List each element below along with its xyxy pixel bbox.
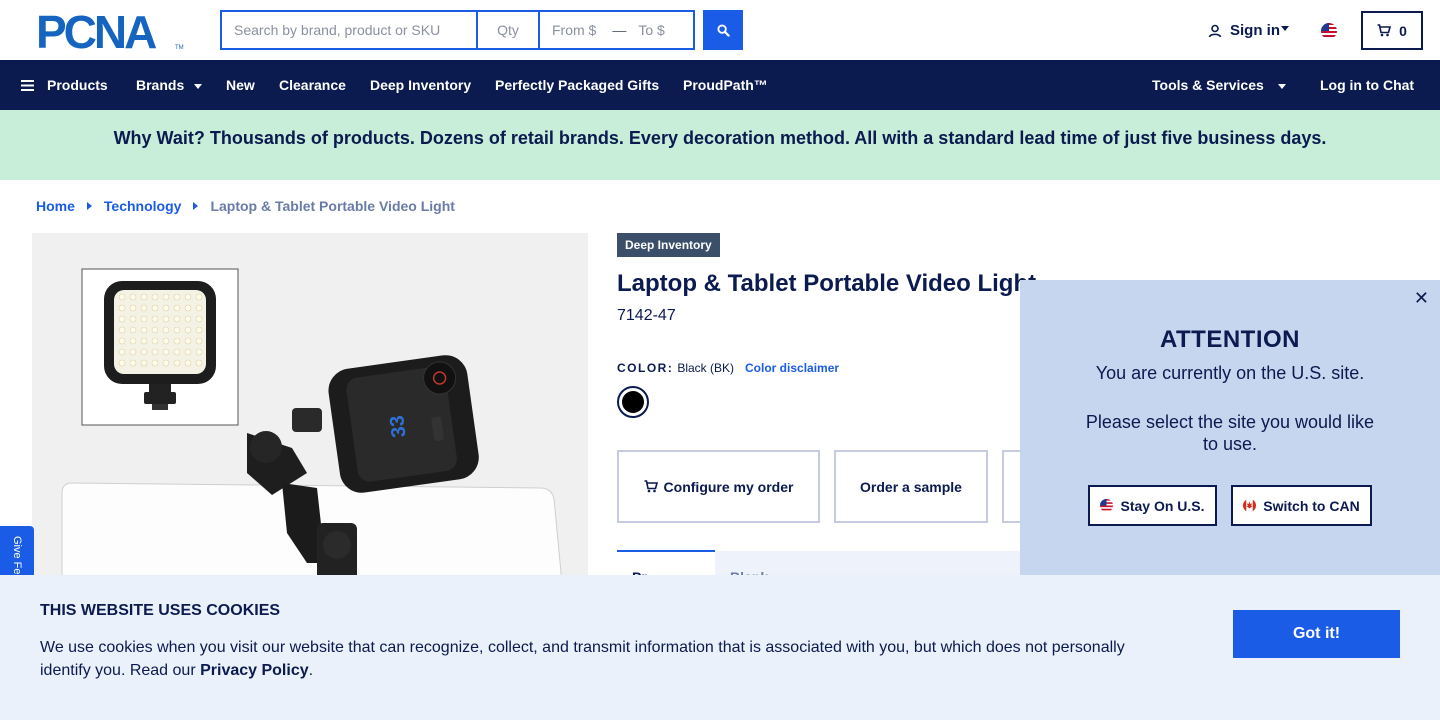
color-row: COLOR: Black (BK) Color disclaimer: [617, 361, 839, 375]
modal-select-text: Please select the site you would like to…: [1085, 412, 1375, 454]
cookie-banner: THIS WEBSITE USES COOKIES We use cookies…: [0, 575, 1440, 720]
top-bar: PCNA TM Search by brand, product or SKU …: [0, 0, 1440, 60]
price-range: From $ — To $: [540, 12, 693, 48]
configure-order-label: Configure my order: [663, 478, 794, 495]
color-label: COLOR:: [617, 361, 674, 375]
cart-icon: [644, 480, 658, 493]
cookie-title: THIS WEBSITE USES COOKIES: [40, 602, 281, 619]
product-title: Laptop & Tablet Portable Video Light: [617, 270, 1037, 297]
price-to-input[interactable]: To $: [638, 22, 664, 38]
breadcrumb-current: Laptop & Tablet Portable Video Light: [210, 198, 455, 214]
chat-login-label: Log in to Chat: [1320, 77, 1415, 93]
nav-deep-inventory-label: Deep Inventory: [370, 77, 472, 93]
chat-login-link[interactable]: Log in to Chat: [1320, 60, 1414, 110]
nav-new[interactable]: New: [226, 60, 255, 110]
nav-brands[interactable]: Brands: [136, 60, 203, 110]
nav-proudpath[interactable]: ProudPath™: [683, 60, 768, 110]
cart-button[interactable]: 0: [1361, 11, 1423, 50]
nav-brands-label: Brands: [136, 77, 185, 93]
privacy-policy-link[interactable]: Privacy Policy: [200, 662, 309, 679]
us-flag-icon[interactable]: [1321, 23, 1337, 39]
modal-current-site-text: You are currently on the U.S. site.: [1095, 363, 1365, 383]
order-sample-label: Order a sample: [860, 478, 962, 495]
nav-tools-label: Tools & Services: [1152, 77, 1264, 93]
nav-deep-inventory[interactable]: Deep Inventory: [370, 60, 471, 110]
search-button[interactable]: [703, 10, 743, 50]
price-from-input[interactable]: From $: [552, 22, 596, 38]
search-input[interactable]: Search by brand, product or SKU: [222, 12, 478, 48]
search-bar: Search by brand, product or SKU Qty From…: [220, 10, 695, 50]
nav-products-label: Products: [47, 77, 108, 93]
chevron-down-icon: [1281, 25, 1289, 31]
cart-count: 0: [1399, 22, 1407, 39]
range-dash: —: [612, 22, 627, 38]
cookie-period: .: [308, 662, 314, 679]
nav-products[interactable]: Products: [21, 60, 108, 110]
chevron-down-icon: [1277, 83, 1286, 89]
search-placeholder: Search by brand, product or SKU: [234, 22, 441, 38]
svg-text:33: 33: [386, 414, 410, 438]
us-flag-icon: [1100, 499, 1114, 512]
video-light-illustration: 33: [32, 233, 588, 583]
nav-proudpath-label: ProudPath™: [683, 77, 768, 93]
cart-icon: [1377, 24, 1392, 37]
switch-can-label: Switch to CAN: [1263, 497, 1360, 514]
canada-flag-icon: [1243, 499, 1257, 512]
hamburger-icon: [21, 79, 34, 91]
sign-in-menu[interactable]: Sign in: [1208, 22, 1289, 39]
product-sku: 7142-47: [617, 307, 676, 324]
svg-text:TM: TM: [175, 45, 184, 51]
chevron-right-icon: [193, 202, 199, 210]
nav-gifts[interactable]: Perfectly Packaged Gifts: [495, 60, 659, 110]
order-sample-button[interactable]: Order a sample: [834, 450, 988, 523]
pcna-logo[interactable]: PCNA TM: [36, 11, 184, 51]
cookie-text: We use cookies when you visit our websit…: [40, 636, 1150, 682]
switch-can-button[interactable]: Switch to CAN: [1231, 485, 1372, 526]
sign-in-label: Sign in: [1230, 22, 1280, 39]
search-icon: [716, 23, 730, 37]
promo-banner: Why Wait? Thousands of products. Dozens …: [0, 110, 1440, 180]
nav-tools-services[interactable]: Tools & Services: [1152, 60, 1286, 110]
breadcrumb-home[interactable]: Home: [36, 198, 75, 214]
breadcrumb-category[interactable]: Technology: [104, 198, 182, 214]
main-nav: Products Brands New Clearance Deep Inven…: [0, 60, 1440, 110]
deep-inventory-badge: Deep Inventory: [617, 233, 720, 257]
swatch-dot: [622, 391, 644, 413]
accept-cookies-button[interactable]: Got it!: [1233, 610, 1400, 658]
feedback-label: Give Fe: [11, 536, 23, 575]
stay-us-label: Stay On U.S.: [1120, 497, 1205, 514]
qty-input[interactable]: Qty: [478, 12, 540, 48]
qty-placeholder: Qty: [497, 22, 519, 38]
svg-text:PCNA: PCNA: [36, 11, 156, 51]
region-select-modal: ✕ ATTENTION You are currently on the U.S…: [1020, 280, 1440, 580]
nav-new-label: New: [226, 77, 255, 93]
chevron-right-icon: [86, 202, 92, 210]
nav-gifts-label: Perfectly Packaged Gifts: [495, 77, 660, 93]
close-icon[interactable]: ✕: [1414, 289, 1429, 307]
configure-order-button[interactable]: Configure my order: [617, 450, 820, 523]
user-icon: [1208, 24, 1222, 37]
breadcrumb: Home Technology Laptop & Tablet Portable…: [36, 198, 455, 214]
promo-text: Why Wait? Thousands of products. Dozens …: [113, 127, 1327, 148]
stay-us-button[interactable]: Stay On U.S.: [1088, 485, 1217, 526]
color-disclaimer-link[interactable]: Color disclaimer: [745, 361, 839, 375]
product-image[interactable]: 33: [32, 233, 588, 583]
nav-clearance[interactable]: Clearance: [279, 60, 346, 110]
chevron-down-icon: [194, 83, 203, 89]
modal-title: ATTENTION: [1159, 326, 1301, 353]
nav-clearance-label: Clearance: [279, 77, 346, 93]
color-swatch-black[interactable]: [617, 386, 649, 418]
color-value: Black (BK): [677, 361, 735, 375]
